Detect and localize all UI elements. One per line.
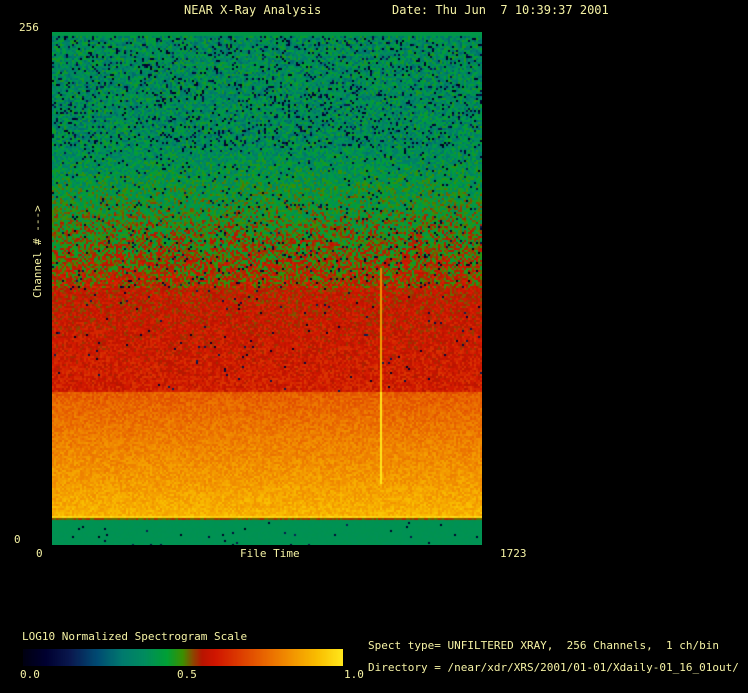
spectrogram-canvas [52,32,482,545]
y-axis-min-tick: 0 [14,533,21,546]
near-xray-analysis-window: NEAR X-Ray Analysis Date: Thu Jun 7 10:3… [0,0,748,693]
colorbar-title: LOG10 Normalized Spectrogram Scale [22,630,248,643]
y-axis-max-tick: 256 [19,21,39,34]
x-axis-min-tick: 0 [36,547,43,560]
colorbar-gradient [23,649,343,666]
date-label: Date: Thu Jun 7 10:39:37 2001 [392,3,609,17]
directory-info: Directory = /near/xdr/XRS/2001/01-01/Xda… [368,661,739,674]
spect-type-info: Spect type= UNFILTERED XRAY, 256 Channel… [368,639,719,652]
colorbar-tick-max: 1.0 [344,668,364,681]
y-axis-label: Channel # ---> [31,205,44,298]
page-title: NEAR X-Ray Analysis [184,3,322,17]
colorbar-tick-mid: 0.5 [177,668,197,681]
x-axis-max-tick: 1723 [500,547,527,560]
x-axis-label: File Time [240,547,300,560]
colorbar-tick-min: 0.0 [20,668,40,681]
